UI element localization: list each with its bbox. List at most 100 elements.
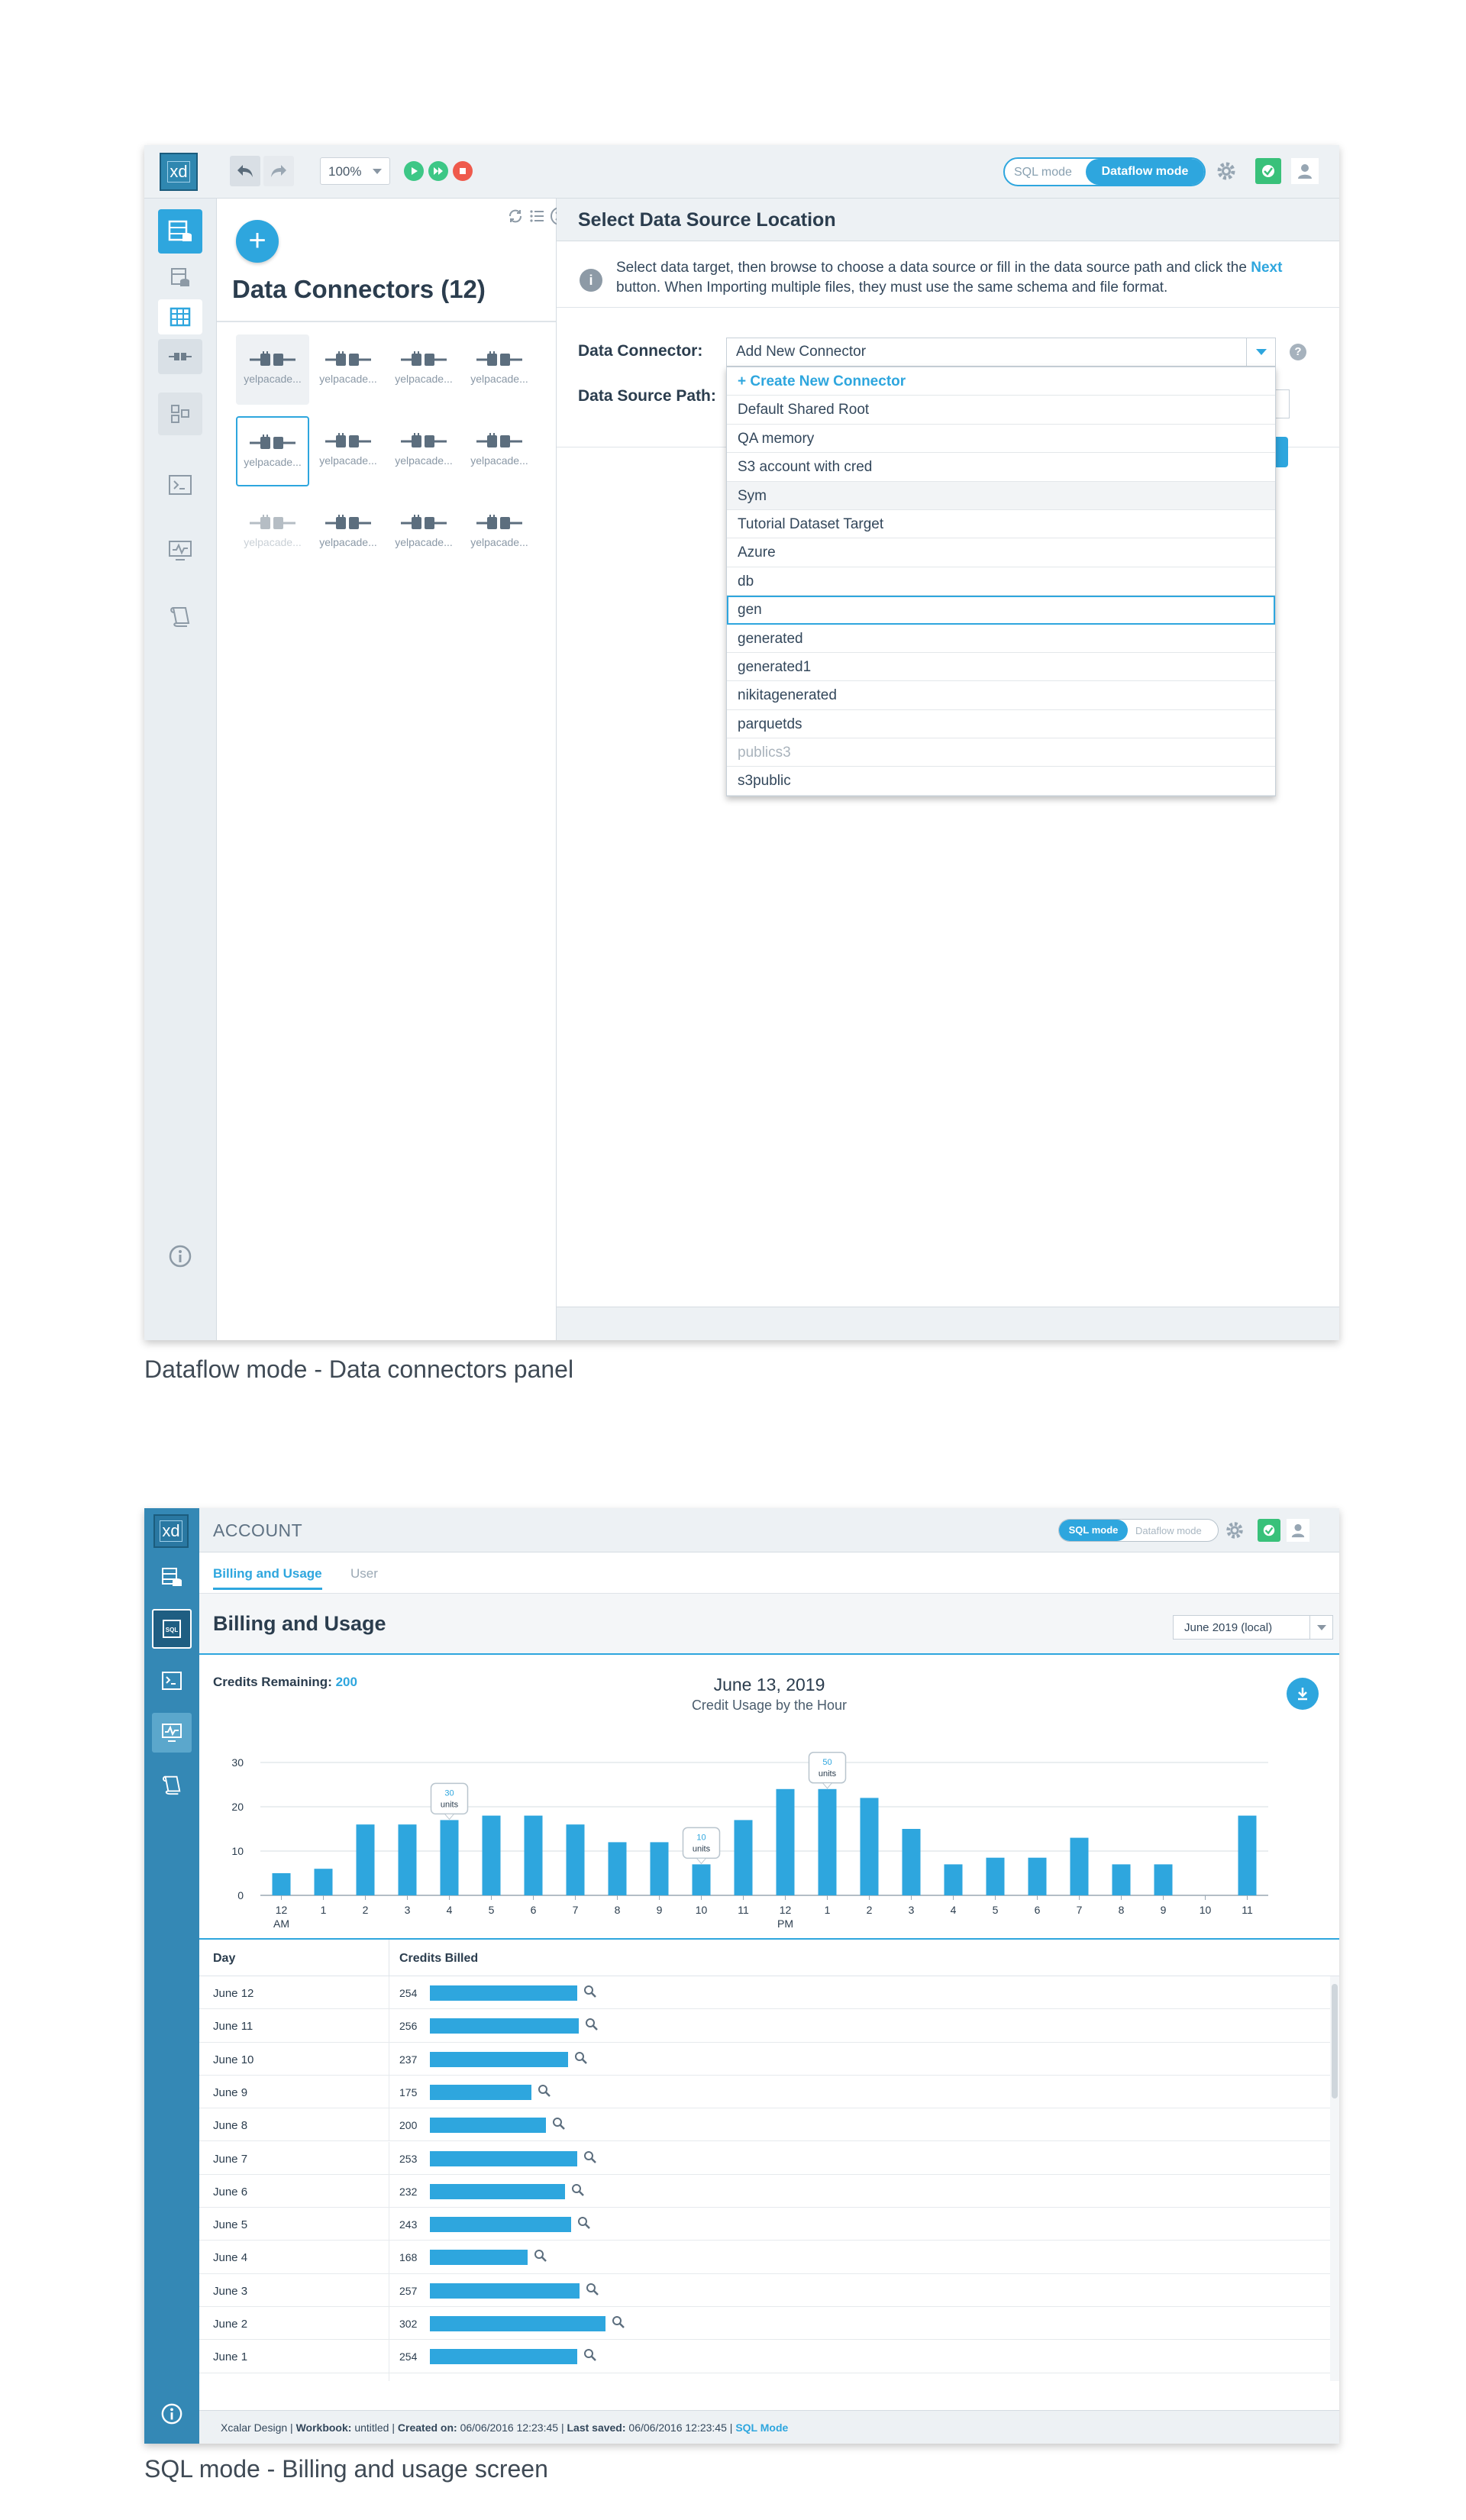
connector-tile[interactable]: yelpacade... [236,416,309,486]
column-header-credits[interactable]: Credits Billed [399,1952,478,1966]
nav-sql[interactable]: SQL [152,1609,192,1649]
add-connector-button[interactable]: + [236,220,279,263]
column-header-day[interactable]: Day [213,1952,235,1966]
menu-item[interactable]: nikitagenerated [727,681,1275,710]
nav-tables[interactable] [158,299,202,334]
menu-item[interactable]: Azure [727,538,1275,567]
status-check-button[interactable] [1255,158,1281,184]
run-button[interactable] [404,161,424,181]
data-connector-select[interactable]: Add New Connector [726,338,1276,367]
table-row[interactable]: June 9 175 [199,2075,1330,2109]
menu-item[interactable]: parquetds [727,710,1275,739]
create-connector-item[interactable]: + Create New Connector [727,367,1275,396]
table-row[interactable]: June 2 302 [199,2307,1330,2341]
nav-monitor[interactable] [152,1713,192,1753]
table-row[interactable]: May 31254 [199,2373,1330,2381]
xcalar-logo[interactable]: xd [153,1514,189,1548]
nav-database[interactable] [158,258,202,296]
month-select[interactable]: June 2019 (local) [1173,1615,1333,1640]
mode-switch[interactable]: SQL mode Dataflow mode [1058,1519,1219,1542]
next-link[interactable]: Next [1251,260,1282,276]
menu-item[interactable]: Sym [727,481,1275,510]
magnify-icon[interactable] [538,2084,551,2098]
user-button[interactable] [1287,1519,1309,1542]
magnify-icon[interactable] [583,1985,597,1998]
magnify-icon[interactable] [534,2249,547,2263]
connector-tile[interactable]: yelpacade... [463,416,536,486]
mode-indicator[interactable]: SQL Mode [735,2421,788,2434]
list-view-button[interactable] [528,208,545,225]
nav-monitor[interactable] [158,528,202,573]
scrollbar-thumb[interactable] [1332,1984,1338,2098]
magnify-icon[interactable] [583,2348,597,2362]
nav-datasets[interactable] [158,209,202,254]
table-row[interactable]: June 7 253 [199,2141,1330,2175]
settings-button[interactable] [1224,1520,1245,1541]
nav-help-scroll[interactable] [158,594,202,638]
connector-tile[interactable]: yelpacade... [312,416,385,486]
user-button[interactable] [1291,158,1319,184]
magnify-icon[interactable] [574,2051,588,2065]
refresh-button[interactable] [507,208,524,225]
sql-mode-option[interactable]: SQL mode [1014,166,1072,179]
menu-item[interactable]: Tutorial Dataset Target [727,510,1275,539]
magnify-icon[interactable] [577,2216,591,2230]
undo-button[interactable] [230,156,260,186]
dropdown-toggle[interactable] [1309,1616,1332,1639]
tab-billing-and-usage[interactable]: Billing and Usage [213,1566,322,1590]
settings-button[interactable] [1215,160,1238,183]
magnify-icon[interactable] [552,2117,566,2131]
scrollbar[interactable] [1330,1976,1339,2381]
menu-item[interactable]: Default Shared Root [727,396,1275,425]
dataflow-mode-option[interactable]: Dataflow mode [1135,1525,1202,1536]
status-check-button[interactable] [1258,1519,1280,1542]
table-row[interactable]: June 12 254 [199,1976,1330,2010]
run-all-button[interactable] [428,161,448,181]
dropdown-toggle[interactable] [1246,338,1275,366]
nav-sql-editor[interactable] [152,1661,192,1701]
table-row[interactable]: June 11 256 [199,2009,1330,2043]
magnify-icon[interactable] [612,2315,625,2329]
connector-tile[interactable]: yelpacade... [463,334,536,405]
magnify-icon[interactable] [586,2283,599,2296]
nav-dataflow[interactable] [158,393,202,435]
tab-user[interactable]: User [350,1566,378,1581]
connector-tile[interactable]: yelpacade... [387,334,460,405]
menu-item[interactable]: QA memory [727,425,1275,454]
stop-button[interactable] [453,161,473,181]
nav-datasets[interactable] [152,1557,192,1597]
nav-help-scroll[interactable] [152,1765,192,1804]
table-row[interactable]: June 6 232 [199,2174,1330,2208]
menu-item[interactable]: s3public [727,767,1275,796]
magnify-icon[interactable] [571,2183,585,2197]
magnify-icon[interactable] [583,2150,597,2164]
table-row[interactable]: June 8 200 [199,2108,1330,2142]
nav-info[interactable] [152,2394,192,2434]
zoom-select[interactable]: 100% [320,157,390,185]
table-row[interactable]: June 4 168 [199,2241,1330,2274]
menu-item[interactable]: S3 account with cred [727,453,1275,482]
help-icon[interactable]: ? [1290,344,1306,360]
connector-tile[interactable]: yelpacade... [312,334,385,405]
sql-mode-option[interactable]: SQL mode [1059,1520,1128,1541]
dataflow-mode-option[interactable]: Dataflow mode [1086,159,1204,185]
mode-switch[interactable]: SQL mode Dataflow mode [1003,157,1206,186]
table-row[interactable]: June 5 243 [199,2208,1330,2241]
table-row[interactable]: June 1 254 [199,2340,1330,2373]
connector-tile[interactable]: yelpacade... [312,498,385,568]
menu-item[interactable]: generated [727,625,1275,653]
nav-sql-editor[interactable] [158,463,202,507]
nav-connectors[interactable] [158,339,202,374]
connector-tile[interactable]: yelpacade... [387,498,460,568]
menu-item[interactable]: db [727,567,1275,596]
menu-item[interactable]: generated1 [727,653,1275,682]
connector-tile[interactable]: yelpacade... [236,498,309,568]
connector-tile[interactable]: yelpacade... [236,334,309,405]
magnify-icon[interactable] [585,2018,599,2031]
redo-button[interactable] [263,156,294,186]
nav-info[interactable] [158,1234,202,1278]
connector-tile[interactable]: yelpacade... [387,416,460,486]
connector-tile[interactable]: yelpacade... [463,498,536,568]
menu-item[interactable]: publics3 [727,738,1275,767]
menu-item[interactable]: gen [727,596,1275,625]
